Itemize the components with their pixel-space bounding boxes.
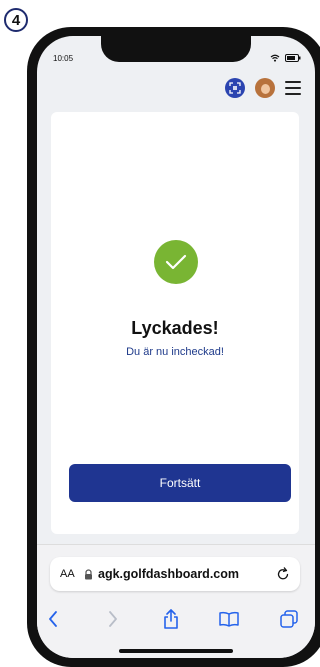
bookmarks-icon[interactable] (217, 607, 241, 631)
avatar-face (261, 84, 270, 94)
step-number-badge: 4 (4, 8, 28, 32)
reload-icon[interactable] (276, 566, 290, 582)
status-time: 10:05 (53, 54, 74, 63)
forward-icon[interactable] (101, 607, 125, 631)
text-size-button[interactable]: AA (60, 568, 75, 580)
notch (101, 36, 251, 62)
browser-toolbar: AA agk.golfdashboard.com (37, 544, 315, 658)
qr-scan-button[interactable] (225, 78, 245, 98)
phone-screen: 10:05 Lyckades! Du är nu incheckad! Fort… (37, 36, 315, 658)
home-indicator (119, 649, 233, 653)
avatar[interactable] (255, 78, 275, 98)
header-actions (225, 78, 301, 98)
address-bar[interactable]: AA agk.golfdashboard.com (50, 557, 300, 591)
wifi-icon (270, 54, 280, 62)
battery-icon (285, 54, 301, 62)
success-subtitle: Du är nu incheckad! (126, 346, 224, 358)
success-check-icon (154, 240, 198, 284)
back-icon[interactable] (41, 607, 65, 631)
continue-button[interactable]: Fortsätt (69, 464, 291, 502)
browser-nav-bar (37, 607, 315, 633)
success-title: Lyckades! (131, 318, 219, 338)
lock-icon (85, 569, 92, 580)
phone-frame: 10:05 Lyckades! Du är nu incheckad! Fort… (27, 27, 320, 667)
url-text: agk.golfdashboard.com (98, 567, 239, 581)
tabs-icon[interactable] (277, 607, 301, 631)
scan-icon (229, 82, 241, 94)
share-icon[interactable] (159, 607, 183, 631)
status-icons (270, 54, 301, 62)
hamburger-menu-icon[interactable] (285, 81, 301, 95)
success-card: Lyckades! Du är nu incheckad! Fortsätt (51, 112, 299, 534)
